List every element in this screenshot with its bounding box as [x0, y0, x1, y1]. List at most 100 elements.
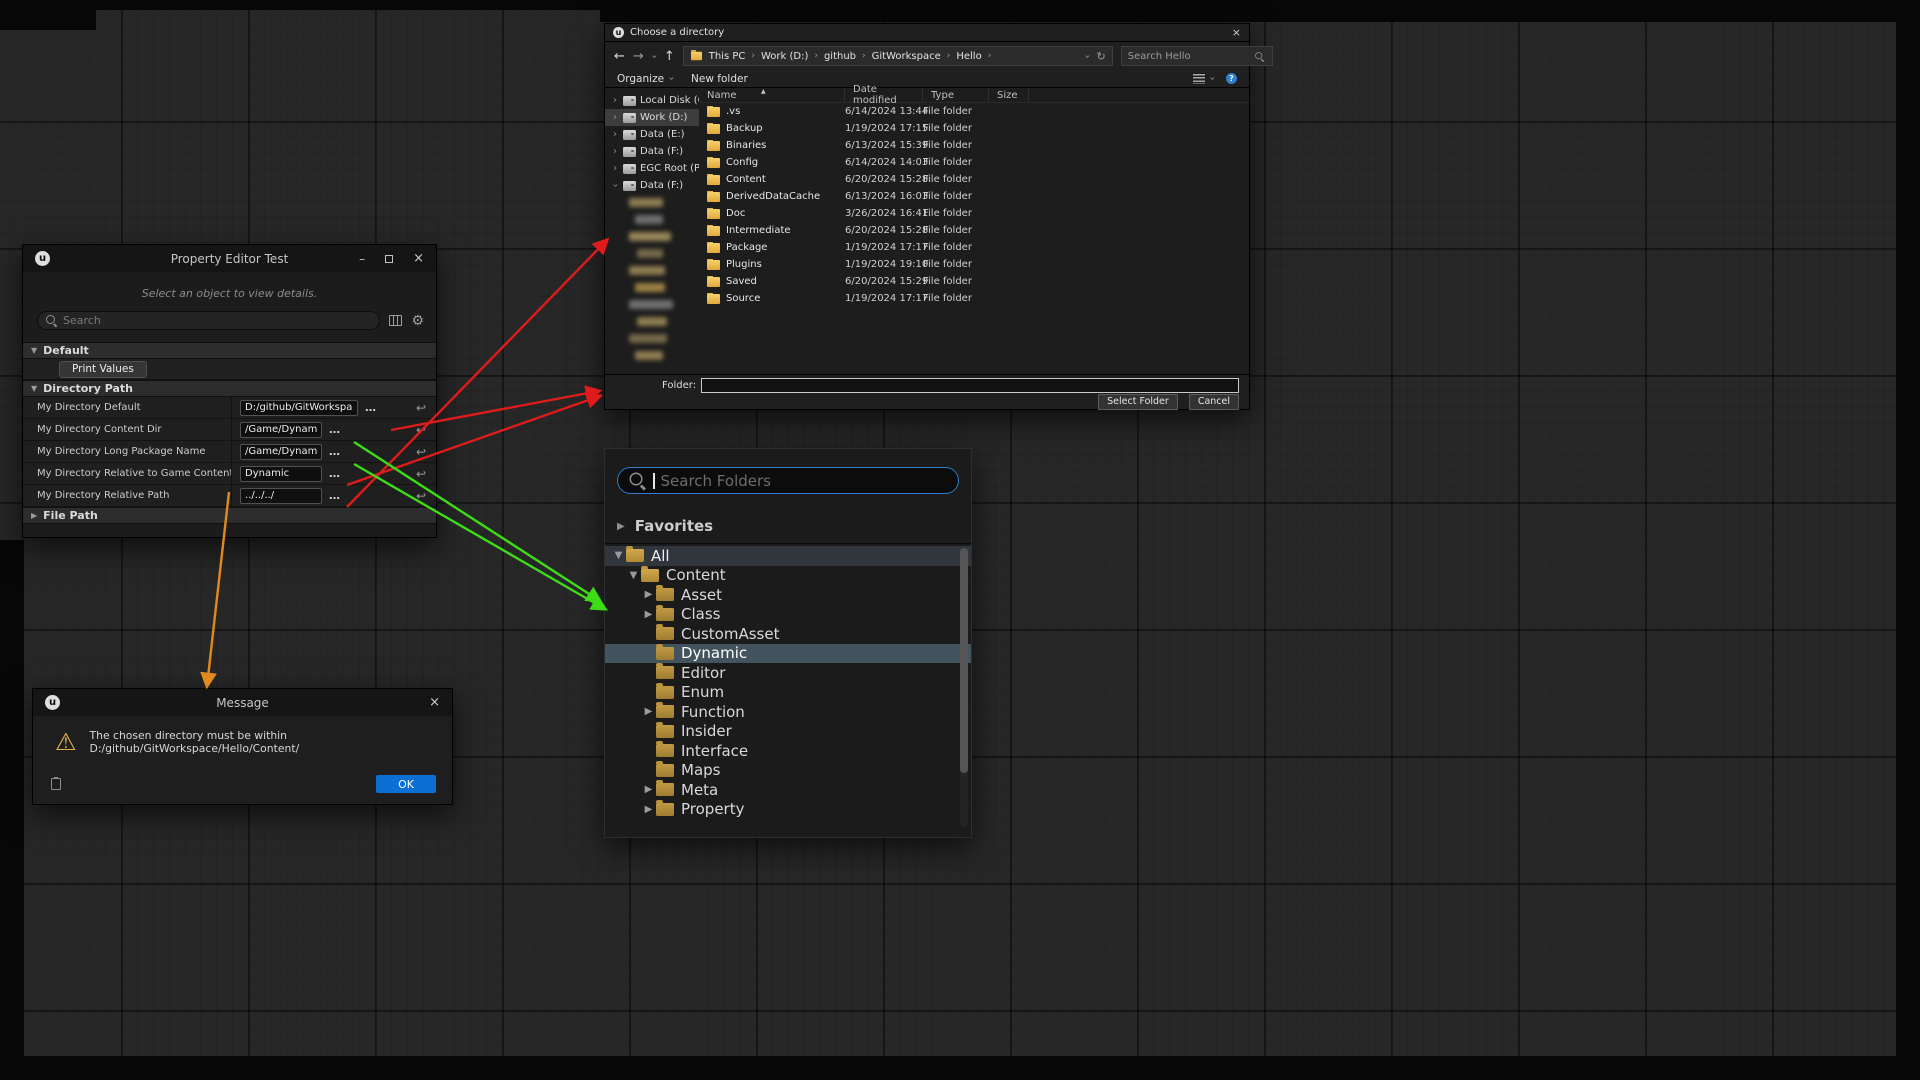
- collapsed-triangle-icon[interactable]: ▶: [641, 609, 656, 620]
- print-values-button[interactable]: Print Values: [59, 361, 147, 378]
- column-splitter[interactable]: [231, 441, 232, 462]
- file-row[interactable]: Source 1/19/2024 17:17 File folder: [699, 290, 1249, 307]
- details-search-input[interactable]: [63, 314, 372, 327]
- section-header-file-path[interactable]: ▶ File Path: [23, 507, 436, 524]
- column-header-size[interactable]: Size: [989, 88, 1029, 102]
- reset-to-default-button[interactable]: ↩: [416, 424, 426, 436]
- recent-locations-icon[interactable]: ›: [648, 54, 659, 58]
- organize-button[interactable]: Organize ›: [617, 73, 673, 85]
- change-view-button[interactable]: ›: [1193, 73, 1214, 84]
- folder-name-input[interactable]: [701, 378, 1239, 393]
- expand-chevron-icon[interactable]: ›: [611, 146, 619, 157]
- directory-default-input[interactable]: [240, 400, 358, 416]
- tree-item-work-d[interactable]: › Work (D:): [605, 109, 699, 126]
- breadcrumb-segment[interactable]: github: [822, 51, 858, 62]
- up-icon[interactable]: ↑: [664, 50, 675, 63]
- explorer-search-box[interactable]: [1121, 46, 1273, 66]
- close-button[interactable]: ×: [1232, 26, 1241, 39]
- file-row[interactable]: Binaries 6/13/2024 15:39 File folder: [699, 137, 1249, 154]
- tree-item-insider[interactable]: Insider: [605, 722, 971, 742]
- tree-item-content[interactable]: ▼ Content: [605, 566, 971, 586]
- file-row[interactable]: DerivedDataCache 6/13/2024 16:03 File fo…: [699, 188, 1249, 205]
- folder-search-input[interactable]: [661, 472, 949, 490]
- file-row[interactable]: Saved 6/20/2024 15:29 File folder: [699, 273, 1249, 290]
- close-button[interactable]: ×: [413, 251, 424, 266]
- tree-item-maps[interactable]: Maps: [605, 761, 971, 781]
- expanded-triangle-icon[interactable]: ▼: [611, 550, 626, 561]
- column-splitter[interactable]: [231, 463, 232, 484]
- breadcrumb-segment[interactable]: GitWorkspace: [870, 51, 943, 62]
- tree-item-data-f[interactable]: › Data (F:): [605, 143, 699, 160]
- address-bar[interactable]: This PC › Work (D:) › github › GitWorksp…: [683, 46, 1113, 66]
- reset-to-default-button[interactable]: ↩: [416, 490, 426, 502]
- browse-ellipsis-button[interactable]: …: [329, 468, 341, 479]
- tree-item-all[interactable]: ▼ All: [605, 546, 971, 566]
- section-header-directory-path[interactable]: ▼ Directory Path: [23, 380, 436, 397]
- breadcrumb-segment[interactable]: Hello: [954, 51, 983, 62]
- file-row[interactable]: Content 6/20/2024 15:28 File folder: [699, 171, 1249, 188]
- dialog-titlebar[interactable]: u Choose a directory ×: [605, 24, 1249, 42]
- reset-to-default-button[interactable]: ↩: [416, 446, 426, 458]
- expand-chevron-icon[interactable]: ›: [611, 163, 619, 174]
- tree-item-class[interactable]: ▶ Class: [605, 605, 971, 625]
- browse-ellipsis-button[interactable]: …: [329, 490, 341, 501]
- file-row[interactable]: Backup 1/19/2024 17:15 File folder: [699, 120, 1249, 137]
- scrollbar-thumb[interactable]: [960, 548, 968, 773]
- reset-to-default-button[interactable]: ↩: [416, 468, 426, 480]
- tree-item-data-e[interactable]: › Data (E:): [605, 126, 699, 143]
- collapsed-triangle-icon[interactable]: ▶: [641, 784, 656, 795]
- cancel-button[interactable]: Cancel: [1189, 394, 1239, 410]
- folder-search-box[interactable]: [617, 467, 959, 494]
- help-icon[interactable]: ?: [1226, 73, 1237, 84]
- section-header-default[interactable]: ▼ Default: [23, 342, 436, 359]
- scrollbar-track[interactable]: [960, 548, 968, 827]
- column-header-date-modified[interactable]: Date modified: [845, 88, 923, 102]
- address-dropdown-icon[interactable]: ›: [1081, 54, 1092, 58]
- browse-ellipsis-button[interactable]: …: [329, 424, 341, 435]
- collapse-chevron-icon[interactable]: ›: [610, 182, 621, 190]
- tree-item-egc-root-p[interactable]: › EGC Root (P:): [605, 160, 699, 177]
- collapsed-triangle-icon[interactable]: ▶: [641, 706, 656, 717]
- tree-item-editor[interactable]: Editor: [605, 663, 971, 683]
- tree-item-property[interactable]: ▶ Property: [605, 800, 971, 820]
- explorer-search-input[interactable]: [1128, 51, 1253, 62]
- tree-item-interface[interactable]: Interface: [605, 741, 971, 761]
- settings-gear-icon[interactable]: ⚙: [411, 314, 424, 328]
- back-icon[interactable]: ←: [614, 50, 625, 63]
- tree-item-local-disk-c[interactable]: › Local Disk (C:): [605, 92, 699, 109]
- content-dir-input[interactable]: [240, 422, 322, 438]
- expand-chevron-icon[interactable]: ›: [611, 112, 619, 123]
- column-splitter[interactable]: [231, 397, 232, 418]
- minimize-button[interactable]: –: [359, 253, 365, 265]
- column-header-name[interactable]: Name ▲: [699, 88, 845, 102]
- copy-message-icon[interactable]: [51, 778, 61, 790]
- new-folder-button[interactable]: New folder: [691, 73, 748, 85]
- tree-item-customasset[interactable]: CustomAsset: [605, 624, 971, 644]
- details-search-box[interactable]: [37, 311, 380, 330]
- reset-to-default-button[interactable]: ↩: [416, 402, 426, 414]
- browse-ellipsis-button[interactable]: …: [329, 446, 341, 457]
- tree-item-data-f-expanded[interactable]: › Data (F:): [605, 177, 699, 194]
- tree-item-dynamic[interactable]: Dynamic: [605, 644, 971, 664]
- tree-item-function[interactable]: ▶ Function: [605, 702, 971, 722]
- column-splitter[interactable]: [231, 419, 232, 440]
- tree-item-enum[interactable]: Enum: [605, 683, 971, 703]
- relative-path-input[interactable]: [240, 488, 322, 504]
- forward-icon[interactable]: →: [633, 50, 644, 63]
- breadcrumb-segment[interactable]: This PC: [707, 51, 748, 62]
- expanded-triangle-icon[interactable]: ▼: [626, 570, 641, 581]
- column-splitter[interactable]: [231, 485, 232, 506]
- file-row[interactable]: Config 6/14/2024 14:03 File folder: [699, 154, 1249, 171]
- collapsed-triangle-icon[interactable]: ▶: [641, 589, 656, 600]
- file-row[interactable]: Package 1/19/2024 17:17 File folder: [699, 239, 1249, 256]
- message-titlebar[interactable]: u Message ×: [33, 689, 452, 716]
- ok-button[interactable]: OK: [376, 775, 436, 793]
- file-row[interactable]: Intermediate 6/20/2024 15:28 File folder: [699, 222, 1249, 239]
- column-header-type[interactable]: Type: [923, 88, 989, 102]
- file-row[interactable]: Doc 3/26/2024 16:41 File folder: [699, 205, 1249, 222]
- relative-to-game-content-input[interactable]: [240, 466, 322, 482]
- maximize-button[interactable]: [385, 255, 393, 263]
- tree-item-asset[interactable]: ▶ Asset: [605, 585, 971, 605]
- select-folder-button[interactable]: Select Folder: [1098, 394, 1178, 410]
- breadcrumb-segment[interactable]: Work (D:): [759, 51, 810, 62]
